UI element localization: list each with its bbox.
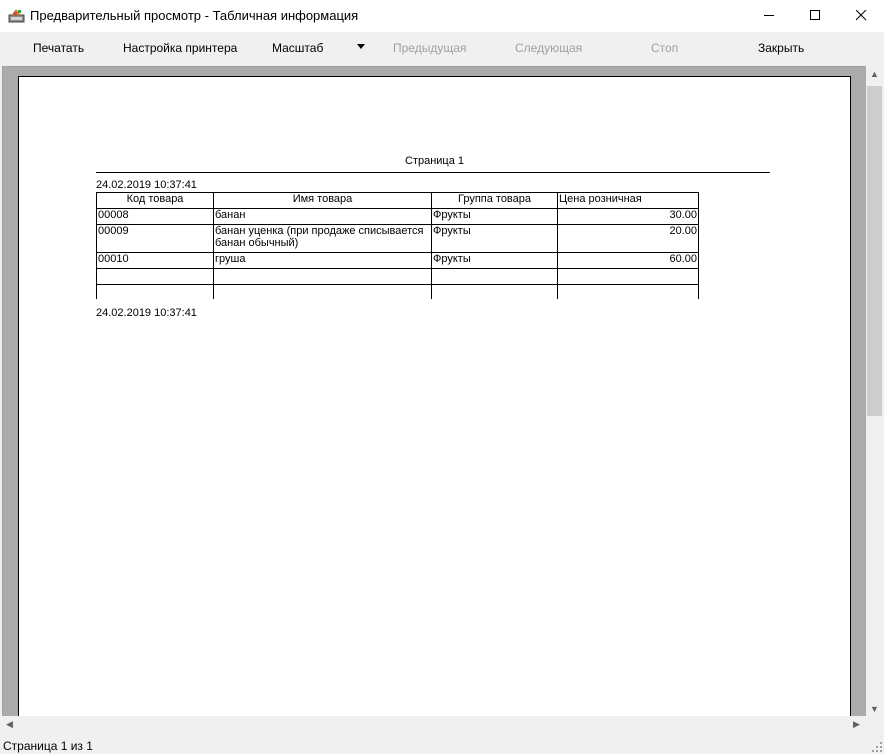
scroll-up-icon[interactable]: ▲ (870, 69, 879, 79)
vertical-scrollbar[interactable]: ▲ ▼ (866, 66, 883, 716)
table-row: 00008 банан Фрукты 30.00 (96, 208, 699, 225)
report-date-top: 24.02.2019 10:37:41 (96, 179, 197, 191)
preview-app-icon (8, 9, 25, 23)
table-row: 00010 груша Фрукты 60.00 (96, 252, 699, 269)
close-window-button[interactable] (838, 0, 884, 30)
cell-price: 30.00 (557, 208, 699, 225)
column-header-price: Цена розничная (557, 192, 699, 209)
report-table: Код товара Имя товара Группа товара Цена… (96, 192, 699, 299)
page-status: Страница 1 из 1 (3, 739, 93, 753)
close-button[interactable]: Закрыть (758, 41, 804, 55)
next-page-button[interactable]: Следующая (515, 41, 582, 55)
print-button[interactable]: Печатать (33, 41, 84, 55)
minimize-icon (764, 15, 774, 16)
minimize-button[interactable] (746, 0, 792, 30)
column-header-group: Группа товара (431, 192, 558, 209)
scroll-down-icon[interactable]: ▼ (870, 704, 879, 714)
cell-price: 60.00 (557, 252, 699, 269)
zoom-dropdown-icon[interactable] (357, 44, 365, 49)
header-divider (96, 172, 770, 173)
toolbar: Печатать Настройка принтера Масштаб Пред… (0, 32, 884, 62)
previous-page-button[interactable]: Предыдущая (393, 41, 466, 55)
cell-name: банан уценка (при продаже списывается ба… (213, 224, 432, 253)
cell-price: 20.00 (557, 224, 699, 253)
scrollbar-corner (866, 716, 884, 733)
cell-code: 00010 (96, 252, 214, 269)
column-header-code: Код товара (96, 192, 214, 209)
cell-group: Фрукты (431, 224, 558, 253)
report-page: Страница 1 24.02.2019 10:37:41 Код товар… (18, 76, 851, 717)
preview-area: Страница 1 24.02.2019 10:37:41 Код товар… (2, 66, 867, 717)
maximize-button[interactable] (792, 0, 838, 30)
scroll-left-icon[interactable]: ◀ (6, 719, 13, 730)
cell-group: Фрукты (431, 208, 558, 225)
cell-name: груша (213, 252, 432, 269)
printer-setup-button[interactable]: Настройка принтера (123, 41, 237, 55)
maximize-icon (810, 10, 820, 20)
empty-row (96, 284, 699, 299)
table-header-row: Код товара Имя товара Группа товара Цена… (96, 192, 699, 209)
column-header-name: Имя товара (213, 192, 432, 209)
table-row: 00009 банан уценка (при продаже списывае… (96, 224, 699, 253)
title-bar: Предварительный просмотр - Табличная инф… (0, 0, 884, 32)
close-icon (856, 10, 867, 21)
cell-code: 00008 (96, 208, 214, 225)
resize-grip-icon[interactable] (872, 742, 882, 752)
report-date-bottom: 24.02.2019 10:37:41 (96, 307, 197, 319)
scroll-right-icon[interactable]: ▶ (853, 719, 860, 730)
page-header: Страница 1 (404, 155, 465, 167)
horizontal-scrollbar[interactable]: ◀ ▶ (2, 716, 866, 733)
zoom-button[interactable]: Масштаб (272, 41, 323, 55)
empty-row (96, 268, 699, 285)
cell-group: Фрукты (431, 252, 558, 269)
cell-name: банан (213, 208, 432, 225)
cell-code: 00009 (96, 224, 214, 253)
stop-button[interactable]: Стоп (651, 41, 678, 55)
window-title: Предварительный просмотр - Табличная инф… (30, 8, 359, 23)
vertical-scroll-thumb[interactable] (867, 86, 882, 416)
status-bar: Страница 1 из 1 (0, 734, 884, 754)
